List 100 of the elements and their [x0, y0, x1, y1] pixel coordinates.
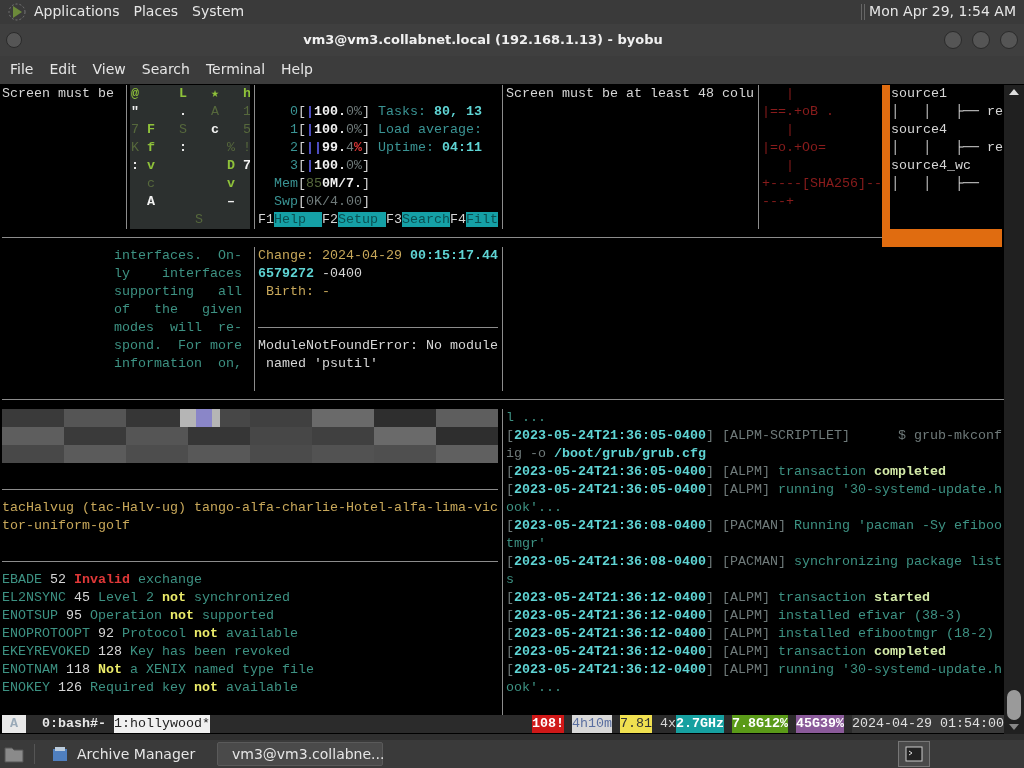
terminal-line: Swp[0K/4.00]: [273, 192, 370, 211]
terminal-line: A –: [146, 192, 235, 211]
close-button[interactable]: [1000, 30, 1018, 49]
terminal-line: supporting all: [114, 282, 242, 301]
terminal-line: EKEYREVOKED 128 Key has been revoked: [2, 642, 290, 661]
scroll-up-icon[interactable]: [1009, 88, 1019, 95]
task-button[interactable]: Archive Manager: [45, 742, 211, 766]
panel-menu[interactable]: System: [192, 1, 245, 23]
terminal-line: information on,: [114, 354, 242, 373]
terminal-line: [2023-05-24T21:36:05-0400] [ALPM-SCRIPTLET] $ grub-mkconf: [506, 426, 1002, 445]
status-indicator: 2024-04-29 01:54:00: [852, 714, 1004, 733]
archive-icon: [51, 745, 69, 763]
terminal-line: |: [785, 120, 794, 139]
terminal-line: ENOKEY 126 Required key not available: [2, 678, 298, 697]
terminal-line: ook'...: [506, 498, 562, 517]
terminal-line: Change: 2024-04-29 00:15:17.44: [258, 246, 498, 265]
panel-menu[interactable]: Places: [133, 1, 179, 23]
terminal-line: source4_wc: [891, 156, 971, 175]
terminal-line: of the given: [114, 300, 242, 319]
menu-item[interactable]: Terminal: [197, 59, 274, 81]
menu-item[interactable]: View: [84, 59, 134, 81]
terminal-line: named 'psutil': [265, 354, 378, 373]
terminal-line: +----[SHA256]--: [762, 174, 882, 193]
terminal-line: source4: [891, 120, 947, 139]
terminal-line: [2023-05-24T21:36:08-0400] [PACMAN] synchronizing package list: [506, 552, 1002, 571]
terminal-line: │ │ ├── re: [891, 138, 1003, 157]
status-indicator: 7.81: [620, 714, 653, 733]
status-indicator: 4h10m: [572, 714, 613, 733]
terminal-line: [2023-05-24T21:36:05-0400] [ALPM] transaction completed: [506, 462, 946, 481]
scroll-down-icon[interactable]: [1009, 724, 1019, 731]
terminal-line: │ │ ├──: [891, 174, 979, 193]
scroll-thumb[interactable]: [1007, 690, 1021, 721]
terminal-line: 1[|100.0%] Load average:: [289, 120, 482, 139]
terminal-line: tor-uniform-golf: [2, 516, 130, 535]
terminal-line: │ │ ├── re: [891, 102, 1003, 121]
logo-icon[interactable]: [8, 3, 26, 21]
status-indicator: 45G39%: [796, 714, 845, 733]
terminal-line: [2023-05-24T21:36:12-0400] [ALPM] installed efivar (38-3): [506, 606, 962, 625]
terminal-line: |==.+oB .: [762, 102, 834, 121]
menu-item[interactable]: File: [2, 59, 42, 81]
terminal-line: ENOPROTOOPT 92 Protocol not available: [2, 624, 298, 643]
panel-clock[interactable]: Mon Apr 29, 1:54 AM: [869, 1, 1016, 23]
terminal-line: |: [785, 156, 794, 175]
terminal-line: EL2NSYNC 45 Level 2 not synchronized: [2, 588, 290, 607]
terminal-line: source1: [891, 84, 947, 103]
window-menu-button[interactable]: [6, 31, 22, 48]
panel-divider-icon: [861, 4, 866, 20]
terminal-line: 7 F S c 5: [131, 120, 250, 139]
terminal-line: [2023-05-24T21:36:12-0400] [ALPM] installed efibootmgr (18-2): [506, 624, 994, 643]
minimize-button[interactable]: [944, 30, 962, 49]
terminal-line: F1Help F2Setup F3SearchF4Filt: [258, 210, 498, 229]
menu-item[interactable]: Search: [133, 59, 198, 81]
terminal-line: : v D 7: [131, 156, 250, 175]
terminal-line: ly interfaces: [114, 264, 242, 283]
terminal-line: ook'...: [506, 678, 562, 697]
task-button[interactable]: vm3@vm3.collabne...: [217, 742, 383, 766]
terminal-line: ENOTSUP 95 Operation not supported: [2, 606, 274, 625]
terminal-line: @ L ★ h: [131, 84, 250, 103]
terminal-line: ig -o /boot/grub/grub.cfg: [506, 444, 706, 463]
menu-item[interactable]: Edit: [41, 59, 85, 81]
status-indicator: 2.7GHz: [676, 714, 725, 733]
window-tab[interactable]: 0:bash#-: [42, 714, 106, 733]
scrollbar[interactable]: [1004, 84, 1024, 735]
terminal-line: 0[|100.0%] Tasks: 80, 13: [289, 102, 482, 121]
terminal-line: |=o.+Oo=: [762, 138, 826, 157]
terminal-line: ENOTNAM 118 Not a XENIX named type file: [2, 660, 314, 679]
terminal-line: [2023-05-24T21:36:08-0400] [PACMAN] Running 'pacman -Sy efiboo: [506, 516, 1002, 535]
terminal-line: Screen must be at least 48 colu: [506, 84, 754, 103]
menu-item[interactable]: Help: [273, 59, 321, 81]
terminal-line: l ...: [506, 408, 546, 427]
terminal-line: |: [785, 84, 794, 103]
terminal-line: [2023-05-24T21:36:12-0400] [ALPM] running '30-systemd-update.h: [506, 660, 1002, 679]
terminal-line: interfaces. On-: [114, 246, 242, 265]
terminal-line: 6579272 -0400: [258, 264, 362, 283]
terminal-line: ---+: [762, 192, 794, 211]
terminal-line: c v: [146, 174, 235, 193]
window-tab[interactable]: 1:hollywood*: [114, 714, 210, 733]
status-indicator: 7.8G12%: [732, 714, 789, 733]
terminal-line: [2023-05-24T21:36:12-0400] [ALPM] transaction started: [506, 588, 930, 607]
terminal-line: S: [194, 210, 203, 229]
terminal-line: tmgr': [506, 534, 546, 553]
terminal-line: 2[||99.4%] Uptime: 04:11: [289, 138, 482, 157]
terminal-line: ModuleNotFoundError: No module: [258, 336, 498, 355]
terminal-line: Birth: -: [265, 282, 330, 301]
status-indicator: 108!: [532, 714, 565, 733]
maximize-button[interactable]: [972, 30, 990, 49]
session-badge: A: [2, 714, 26, 733]
terminal-line: 3[|100.0%]: [289, 156, 370, 175]
folder-icon[interactable]: [4, 745, 24, 763]
terminal-line: [2023-05-24T21:36:12-0400] [ALPM] transaction completed: [506, 642, 946, 661]
terminal-launcher[interactable]: [898, 741, 930, 767]
terminal-line: " . A 1: [131, 102, 250, 121]
terminal-line: Screen must be: [2, 84, 114, 103]
terminal-line: tacHalvug (tac-Halv-ug) tango-alfa-charlie-Hotel-alfa-lima-vic: [2, 498, 498, 517]
window-title: vm3@vm3.collabnet.local (192.168.1.13) - byobu: [303, 31, 663, 50]
terminal-line: [2023-05-24T21:36:05-0400] [ALPM] running '30-systemd-update.h: [506, 480, 1002, 499]
terminal-line: modes will re-: [114, 318, 242, 337]
terminal-line: s: [506, 570, 514, 589]
terminal-line: Mem[850M/7.]: [273, 174, 370, 193]
panel-menu[interactable]: Applications: [34, 1, 120, 23]
